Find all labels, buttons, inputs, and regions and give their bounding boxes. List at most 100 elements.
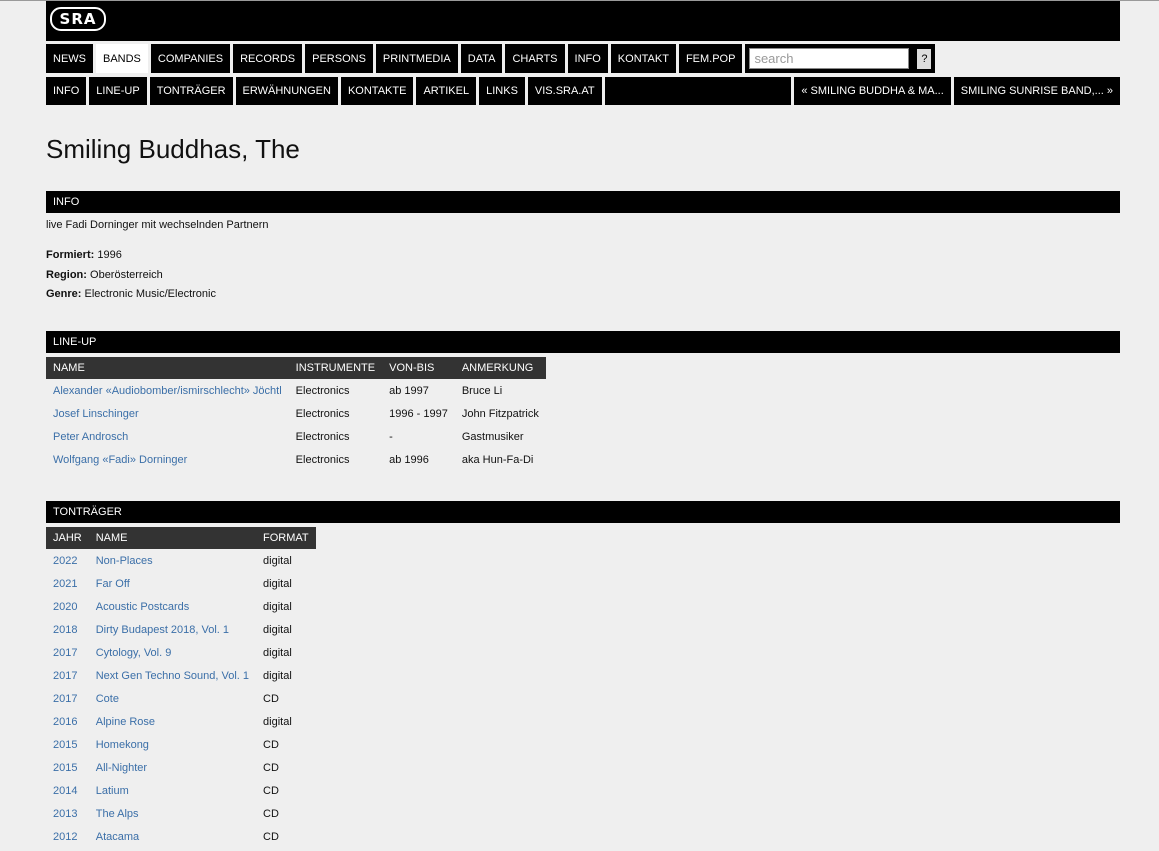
release-name-link[interactable]: The Alps — [89, 802, 256, 825]
nav-companies[interactable]: COMPANIES — [150, 44, 231, 73]
search-input[interactable] — [749, 48, 910, 69]
release-format: CD — [263, 807, 279, 820]
release-name-link[interactable]: Latium — [89, 779, 256, 802]
release-year-link[interactable]: 2016 — [46, 710, 89, 733]
tontraeger-section-header: TONTRÄGER — [46, 501, 1120, 523]
nav-charts[interactable]: CHARTS — [505, 44, 565, 73]
release-year-link[interactable]: 2022 — [46, 549, 89, 572]
member-name-link[interactable]: Josef Linschinger — [46, 402, 289, 425]
region-label: Region: — [46, 269, 87, 281]
section-nav: INFO LINE-UP TONTRÄGER ERWÄHNUNGEN KONTA… — [46, 77, 1120, 105]
release-name-link[interactable]: Cote — [89, 687, 256, 710]
search-help-button[interactable]: ? — [917, 48, 932, 69]
subnav-info[interactable]: INFO — [46, 77, 87, 105]
release-format: digital — [263, 715, 292, 728]
subnav-erwaehnungen[interactable]: ERWÄHNUNGEN — [235, 77, 338, 105]
lineup-col-period: VON-BIS — [382, 357, 455, 379]
lineup-col-instruments: INSTRUMENTE — [288, 357, 383, 379]
sra-logo[interactable]: SRA — [50, 7, 106, 31]
release-name-link[interactable]: Atacama — [89, 825, 256, 848]
release-format: digital — [263, 577, 292, 590]
subnav-links[interactable]: LINKS — [479, 77, 525, 105]
member-instruments: Electronics — [295, 384, 350, 397]
release-name-link[interactable]: All-Nighter — [89, 756, 256, 779]
release-year-link[interactable]: 2015 — [46, 756, 89, 779]
nav-data[interactable]: DATA — [460, 44, 503, 73]
release-year-link[interactable]: 2018 — [46, 618, 89, 641]
release-row: 2017 Cytology, Vol. 9 digital — [46, 641, 316, 664]
band-description: live Fadi Dorninger mit wechselnden Part… — [46, 219, 269, 231]
formed-row: Formiert: 1996 — [46, 249, 122, 261]
release-year-link[interactable]: 2020 — [46, 595, 89, 618]
prev-next-nav: « SMILING BUDDHA & MA... SMILING SUNRISE… — [794, 77, 1120, 105]
release-format: digital — [263, 554, 292, 567]
nav-records[interactable]: RECORDS — [233, 44, 303, 73]
nav-kontakt[interactable]: KONTAKT — [610, 44, 676, 73]
subnav-kontakte[interactable]: KONTAKTE — [340, 77, 414, 105]
release-name-link[interactable]: Homekong — [89, 733, 256, 756]
subnav-lineup[interactable]: LINE-UP — [89, 77, 147, 105]
release-name-link[interactable]: Next Gen Techno Sound, Vol. 1 — [89, 664, 256, 687]
tontraeger-col-name: NAME — [88, 527, 257, 549]
release-year-link[interactable]: 2017 — [46, 664, 89, 687]
release-year-link[interactable]: 2013 — [46, 802, 89, 825]
tontraeger-header-row: JAHR NAME FORMAT — [46, 527, 316, 549]
release-row: 2020 Acoustic Postcards digital — [46, 595, 316, 618]
release-row: 2022 Non-Places digital — [46, 549, 316, 572]
main-nav: NEWS BANDS COMPANIES RECORDS PERSONS PRI… — [46, 44, 936, 73]
release-format: CD — [263, 738, 279, 751]
nav-news[interactable]: NEWS — [46, 44, 93, 73]
release-row: 2015 All-Nighter CD — [46, 756, 316, 779]
release-year-link[interactable]: 2017 — [46, 641, 89, 664]
release-year-link[interactable]: 2021 — [46, 572, 89, 595]
release-year-link[interactable]: 2014 — [46, 779, 89, 802]
release-row: 2017 Cote CD — [46, 687, 316, 710]
release-year-link[interactable]: 2017 — [46, 687, 89, 710]
release-name-link[interactable]: Far Off — [89, 572, 256, 595]
release-row: 2012 Atacama CD — [46, 825, 316, 848]
release-format: digital — [263, 646, 292, 659]
release-name-link[interactable]: Dirty Budapest 2018, Vol. 1 — [89, 618, 256, 641]
release-year-link[interactable]: 2012 — [46, 825, 89, 848]
lineup-row: Peter Androsch Electronics - Gastmusiker — [46, 425, 546, 448]
next-band-link[interactable]: SMILING SUNRISE BAND,... » — [953, 77, 1120, 105]
lineup-section-header: LINE-UP — [46, 331, 1120, 353]
member-period: 1996 - 1997 — [389, 407, 448, 420]
member-name-link[interactable]: Wolfgang «Fadi» Dorninger — [46, 448, 289, 471]
member-name-link[interactable]: Alexander «Audiobomber/ismirschlecht» Jö… — [46, 379, 289, 402]
info-section-header: INFO — [46, 191, 1120, 213]
release-row: 2017 Next Gen Techno Sound, Vol. 1 digital — [46, 664, 316, 687]
member-name-link[interactable]: Peter Androsch — [46, 425, 289, 448]
release-name-link[interactable]: Alpine Rose — [89, 710, 256, 733]
member-remark: Bruce Li — [461, 384, 503, 397]
subnav-vis-sra[interactable]: VIS.SRA.AT — [527, 77, 602, 105]
lineup-col-name: NAME — [46, 357, 289, 379]
region-row: Region: Oberösterreich — [46, 269, 163, 281]
nav-bands[interactable]: BANDS — [96, 44, 148, 73]
release-row: 2021 Far Off digital — [46, 572, 316, 595]
nav-info[interactable]: INFO — [567, 44, 608, 73]
lineup-col-remark: ANMERKUNG — [454, 357, 546, 379]
release-format: digital — [263, 669, 292, 682]
member-remark: aka Hun-Fa-Di — [461, 453, 534, 466]
subnav-filler — [604, 77, 792, 105]
release-year-link[interactable]: 2015 — [46, 733, 89, 756]
release-name-link[interactable]: Cytology, Vol. 9 — [89, 641, 256, 664]
nav-persons[interactable]: PERSONS — [305, 44, 373, 73]
prev-band-link[interactable]: « SMILING BUDDHA & MA... — [794, 77, 951, 105]
member-instruments: Electronics — [295, 453, 350, 466]
lineup-header-row: NAME INSTRUMENTE VON-BIS ANMERKUNG — [46, 357, 546, 379]
release-name-link[interactable]: Acoustic Postcards — [89, 595, 256, 618]
release-row: 2016 Alpine Rose digital — [46, 710, 316, 733]
release-row: 2015 Homekong CD — [46, 733, 316, 756]
lineup-table: NAME INSTRUMENTE VON-BIS ANMERKUNG Alexa… — [46, 357, 546, 471]
member-period: - — [389, 430, 393, 443]
release-format: CD — [263, 692, 279, 705]
nav-fem-pop[interactable]: FEM.POP — [678, 44, 743, 73]
release-name-link[interactable]: Non-Places — [89, 549, 256, 572]
subnav-tontraeger[interactable]: TONTRÄGER — [149, 77, 233, 105]
subnav-artikel[interactable]: ARTIKEL — [416, 77, 477, 105]
nav-printmedia[interactable]: PRINTMEDIA — [375, 44, 458, 73]
release-format: CD — [263, 784, 279, 797]
region-value: Oberösterreich — [90, 269, 163, 281]
